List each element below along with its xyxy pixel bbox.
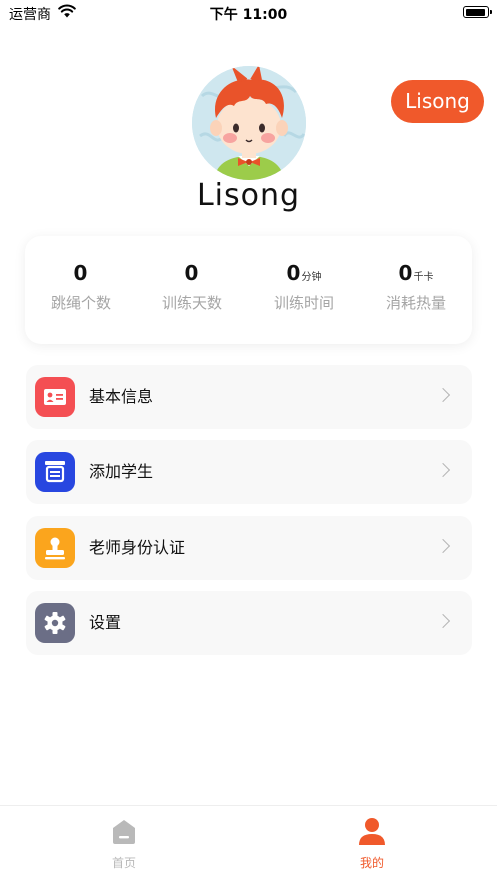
profile-username: Lisong xyxy=(196,178,301,213)
menu-label: 老师身份认证 xyxy=(89,538,186,557)
chevron-right-icon xyxy=(435,462,451,478)
menu-label: 设置 xyxy=(89,613,122,632)
stat-calories: 0千卡 消耗热量 xyxy=(360,260,472,313)
status-bar: 运营商 下午 11:00 xyxy=(0,0,497,26)
id-card-icon xyxy=(35,377,75,417)
home-icon xyxy=(113,820,135,844)
menu-add-student[interactable]: 添加学生 xyxy=(26,440,472,504)
chevron-right-icon xyxy=(435,538,451,554)
status-time: 下午 11:00 xyxy=(209,7,288,23)
gear-icon xyxy=(35,603,75,643)
tab-label: 首页 xyxy=(111,856,136,870)
chevron-right-icon xyxy=(435,387,451,403)
stat-value: 0 xyxy=(73,261,88,285)
avatar[interactable] xyxy=(192,66,306,180)
stat-label: 消耗热量 xyxy=(385,294,446,312)
menu-label: 基本信息 xyxy=(89,387,154,406)
person-icon xyxy=(359,818,385,845)
chevron-right-icon xyxy=(435,613,451,629)
stat-value: 0 xyxy=(184,261,199,285)
bottom-tab-bar: 首页 我的 xyxy=(0,805,497,884)
tab-mine[interactable]: 我的 xyxy=(312,816,432,871)
certification-stamp-icon xyxy=(35,528,75,568)
stat-value: 0分钟 xyxy=(286,261,322,285)
add-student-icon xyxy=(35,452,75,492)
stat-training-time: 0分钟 训练时间 xyxy=(248,260,360,313)
menu-basic-info[interactable]: 基本信息 xyxy=(26,365,472,429)
tab-label: 我的 xyxy=(359,856,384,870)
name-badge-button[interactable]: Lisong xyxy=(391,80,484,123)
menu-teacher-certification[interactable]: 老师身份认证 xyxy=(26,516,472,580)
stat-label: 跳绳个数 xyxy=(50,294,111,312)
stat-label: 训练时间 xyxy=(273,294,334,312)
stat-label: 训练天数 xyxy=(161,294,222,312)
menu-settings[interactable]: 设置 xyxy=(26,591,472,655)
stats-card: 0 跳绳个数 0 训练天数 0分钟 训练时间 0千卡 消耗热量 xyxy=(25,236,472,344)
menu-label: 添加学生 xyxy=(89,462,154,481)
stat-value: 0千卡 xyxy=(398,261,434,285)
stat-training-days: 0 训练天数 xyxy=(136,260,248,313)
cartoon-boy-avatar-image xyxy=(192,66,306,180)
battery-icon xyxy=(463,6,492,18)
stat-jump-count: 0 跳绳个数 xyxy=(25,260,137,313)
tab-home[interactable]: 首页 xyxy=(64,816,184,871)
